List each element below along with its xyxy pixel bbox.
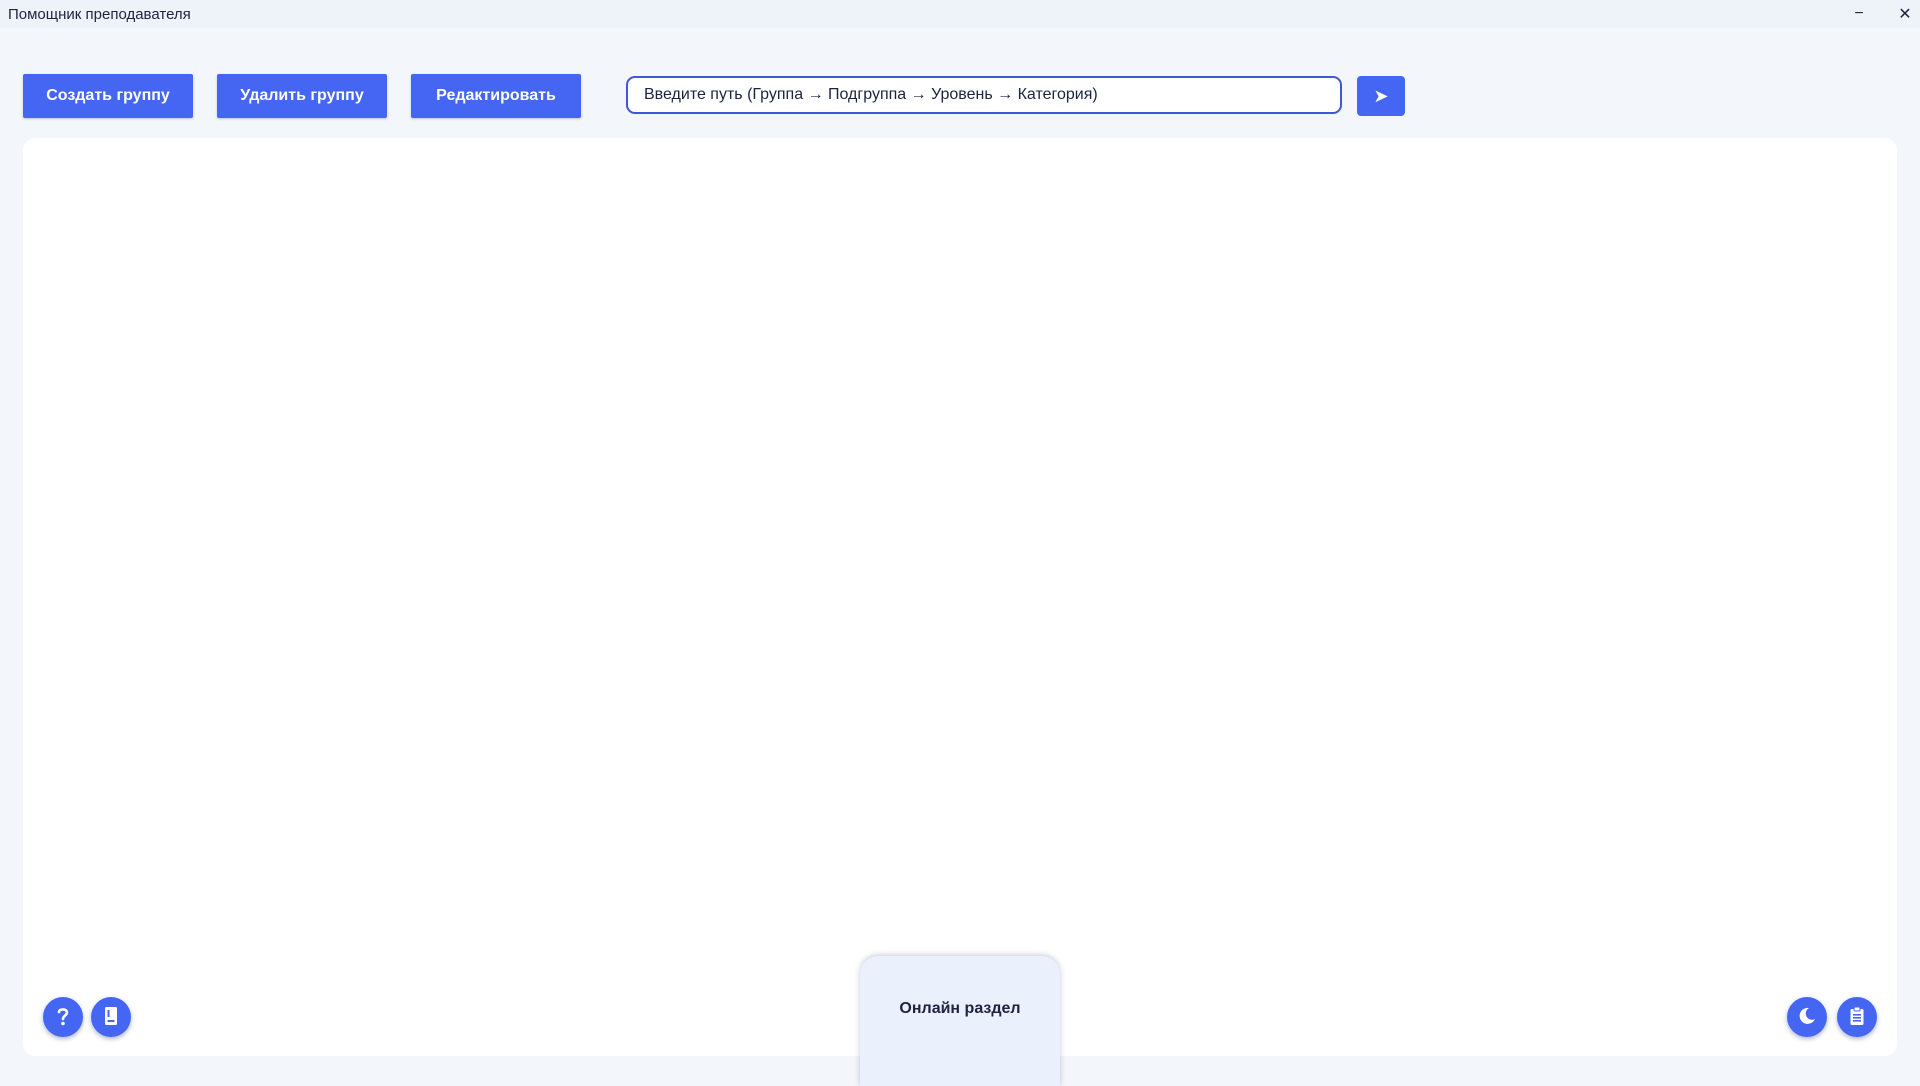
window-title: Помощник преподавателя [8,6,191,23]
book-icon [103,1006,119,1029]
online-section-card[interactable]: Онлайн раздел [860,956,1060,1086]
clipboard-button[interactable] [1837,997,1877,1037]
minimize-icon: − [1854,5,1864,22]
path-input[interactable] [626,76,1342,114]
clipboard-icon [1849,1006,1865,1029]
send-button[interactable]: ➤ [1357,76,1405,116]
close-icon: ✕ [1898,6,1912,23]
delete-group-button[interactable]: Удалить группу [217,74,387,118]
send-arrow-icon: ➤ [1373,85,1389,106]
edit-button[interactable]: Редактировать [411,74,581,118]
close-button[interactable]: ✕ [1882,0,1920,28]
minimize-button[interactable]: − [1836,0,1882,28]
help-button[interactable] [43,997,83,1037]
create-group-button[interactable]: Создать группу [23,74,193,118]
title-bar: Помощник преподавателя − ✕ [0,0,1920,28]
help-icon [53,1005,73,1030]
moon-icon [1797,1006,1817,1029]
content-panel [23,138,1897,1056]
online-section-label: Онлайн раздел [899,1000,1021,1017]
book-button[interactable] [91,997,131,1037]
theme-toggle-button[interactable] [1787,997,1827,1037]
